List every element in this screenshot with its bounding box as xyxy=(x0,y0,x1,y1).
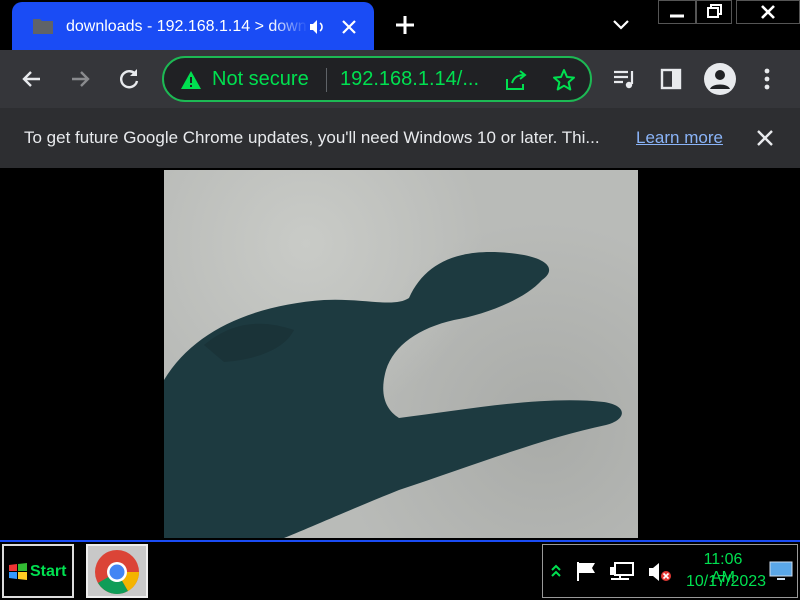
page-content xyxy=(0,168,800,572)
close-window-button[interactable] xyxy=(736,0,800,24)
address-bar[interactable]: Not secure 192.168.1.14/... xyxy=(162,56,592,102)
close-icon[interactable] xyxy=(756,129,774,147)
video-player[interactable] xyxy=(164,170,638,538)
speaker-icon[interactable] xyxy=(308,18,326,36)
menu-dots-icon[interactable] xyxy=(760,67,774,91)
security-status[interactable]: Not secure xyxy=(212,68,309,91)
share-icon[interactable] xyxy=(504,69,528,91)
tab-downloads[interactable]: downloads - 192.168.1.14 > downloads xyxy=(12,2,374,50)
tab-title: downloads - 192.168.1.14 > downloads xyxy=(66,18,308,35)
minimize-icon xyxy=(670,14,684,18)
restore-icon xyxy=(707,4,722,18)
chrome-icon xyxy=(95,550,139,594)
close-icon xyxy=(761,5,775,19)
video-frame-image xyxy=(164,251,622,538)
show-desktop-icon[interactable] xyxy=(769,561,793,581)
new-tab-button[interactable] xyxy=(394,14,416,36)
warning-icon[interactable] xyxy=(180,70,202,90)
media-control-icon[interactable] xyxy=(612,67,638,91)
volume-muted-icon[interactable] xyxy=(647,559,673,585)
learn-more-link[interactable]: Learn more xyxy=(636,128,723,148)
back-button[interactable] xyxy=(20,67,44,91)
taskbar: Start 11:06 AM 10/17/2023 xyxy=(0,540,800,600)
folder-icon xyxy=(33,19,53,34)
taskbar-chrome-button[interactable] xyxy=(86,544,148,598)
profile-avatar-icon[interactable] xyxy=(704,63,736,95)
network-icon[interactable] xyxy=(609,559,635,585)
side-panel-icon[interactable] xyxy=(660,68,682,90)
system-tray: 11:06 AM 10/17/2023 xyxy=(542,544,798,598)
start-label: Start xyxy=(30,563,67,580)
infobar-message: To get future Google Chrome updates, you… xyxy=(24,128,600,147)
omnibox-divider xyxy=(326,68,327,92)
minimize-button[interactable] xyxy=(658,0,696,24)
start-button[interactable]: Start xyxy=(2,544,74,598)
bookmark-star-icon[interactable] xyxy=(552,68,576,92)
tab-strip: downloads - 192.168.1.14 > downloads xyxy=(0,0,800,50)
forward-button[interactable] xyxy=(68,67,92,91)
close-icon[interactable] xyxy=(340,18,358,36)
browser-toolbar: Not secure 192.168.1.14/... xyxy=(0,50,800,108)
url-text[interactable]: 192.168.1.14/... xyxy=(340,68,479,91)
show-hidden-icons-icon[interactable] xyxy=(551,563,561,579)
restore-button[interactable] xyxy=(696,0,732,24)
window-controls xyxy=(658,0,800,24)
update-infobar: To get future Google Chrome updates, you… xyxy=(0,108,800,168)
action-center-flag-icon[interactable] xyxy=(575,560,599,582)
windows-logo-icon xyxy=(9,563,27,580)
chevron-down-icon[interactable] xyxy=(610,16,632,34)
clock-date[interactable]: 10/17/2023 xyxy=(683,573,769,591)
reload-button[interactable] xyxy=(116,66,142,92)
